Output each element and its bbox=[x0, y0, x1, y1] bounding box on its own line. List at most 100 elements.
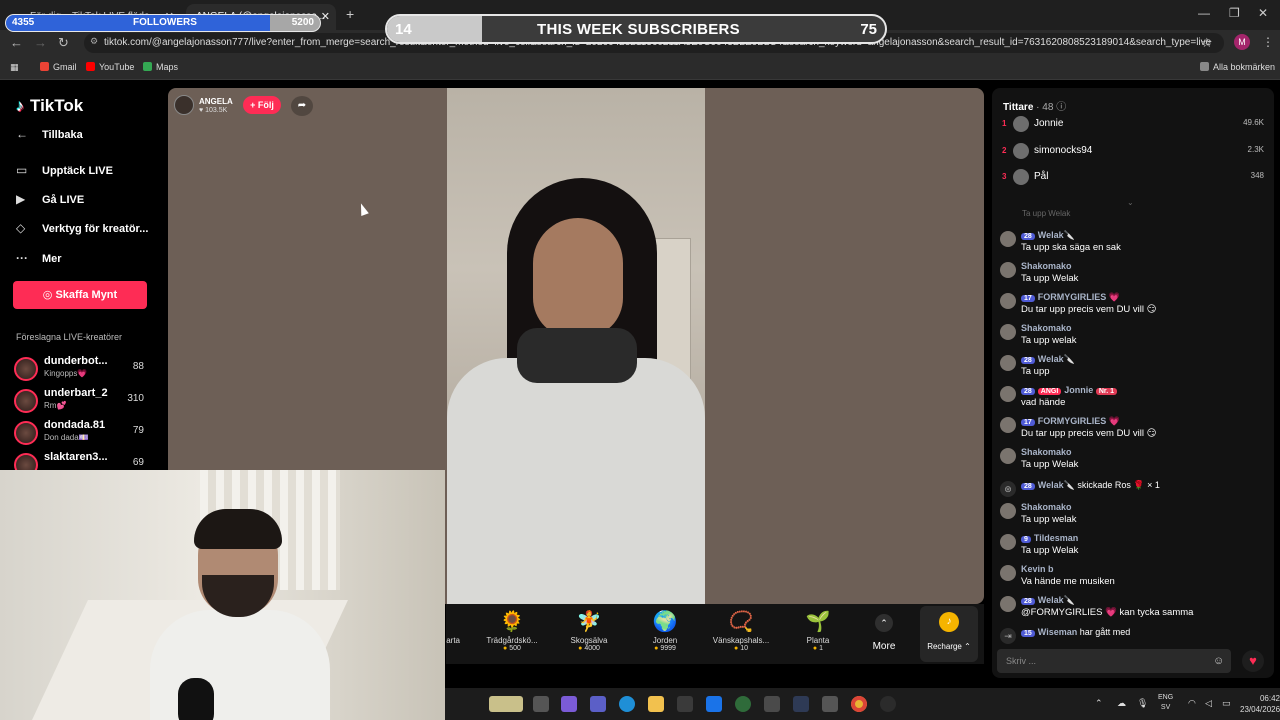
close-window-icon[interactable]: ✕ bbox=[1258, 6, 1268, 20]
avatar[interactable] bbox=[1000, 534, 1016, 550]
avatar[interactable] bbox=[1000, 355, 1016, 371]
chat-username[interactable]: Kevin b bbox=[1021, 564, 1054, 574]
battery-icon[interactable]: ▭ bbox=[1222, 698, 1231, 709]
share-icon[interactable]: ➦ bbox=[291, 96, 313, 116]
close-icon[interactable]: ✕ bbox=[321, 10, 330, 23]
avatar[interactable] bbox=[1000, 503, 1016, 519]
chat-text: vad hände bbox=[1021, 397, 1066, 408]
gift-item[interactable]: 🌱 Planta1 bbox=[780, 608, 856, 652]
gift-item[interactable]: 🌍 Jorden9999 bbox=[627, 608, 703, 652]
microphone-tray-icon[interactable]: 🎙 bbox=[1137, 698, 1148, 709]
chevron-up-icon: ⌃ bbox=[875, 614, 893, 632]
suggested-creator[interactable]: underbart_2 Rm💕 310 bbox=[14, 387, 154, 417]
viewers-header[interactable]: Tittare · 48 ⓘ bbox=[1003, 98, 1066, 113]
chat-username[interactable]: Shakomako bbox=[1021, 502, 1072, 512]
bookmark-star-icon[interactable]: ☆ bbox=[1201, 35, 1213, 51]
chevron-down-icon[interactable]: ⌄ bbox=[1127, 198, 1134, 207]
avatar[interactable] bbox=[1000, 262, 1016, 278]
file-explorer-icon[interactable] bbox=[648, 696, 664, 712]
msi-icon[interactable] bbox=[764, 696, 780, 712]
browser-menu-icon[interactable]: ⋮ bbox=[1262, 35, 1274, 49]
chat-username[interactable]: Shakomako bbox=[1021, 447, 1072, 457]
avatar[interactable] bbox=[1000, 596, 1016, 612]
chat-username[interactable]: FORMYGIRLIES 💗 bbox=[1038, 416, 1120, 426]
top-viewer[interactable]: 2 simonocks94 2.3K bbox=[1000, 142, 1266, 164]
suggested-creator[interactable]: dondada.81 Don dada💷 79 bbox=[14, 419, 154, 449]
store-icon[interactable] bbox=[677, 696, 693, 712]
profile-avatar[interactable]: M bbox=[1234, 34, 1250, 50]
suggested-creator[interactable]: dunderbot... Kingopps💗 88 bbox=[14, 355, 154, 385]
teams-icon[interactable] bbox=[590, 696, 606, 712]
all-bookmarks[interactable]: Alla bokmärken bbox=[1200, 62, 1275, 72]
chat-username[interactable]: Tildesman bbox=[1034, 533, 1078, 543]
avatar[interactable] bbox=[1000, 231, 1016, 247]
suggested-creator[interactable]: slaktaren3... 69 bbox=[14, 451, 154, 470]
chat-username[interactable]: Wiseman bbox=[1038, 627, 1077, 637]
chat-username[interactable]: Welak🔪 bbox=[1038, 595, 1075, 605]
follow-button[interactable]: + Följ bbox=[243, 96, 281, 114]
bookmark-maps[interactable]: Maps bbox=[143, 62, 178, 72]
copilot-icon[interactable] bbox=[561, 696, 577, 712]
reload-icon[interactable]: ↻ bbox=[58, 35, 69, 51]
nav-discover-live[interactable]: ▭ Upptäck LIVE bbox=[16, 163, 113, 177]
info-icon[interactable]: ⓘ bbox=[1056, 102, 1066, 113]
like-heart-button[interactable]: ♥ bbox=[1242, 650, 1264, 672]
nav-more[interactable]: ··· Mer bbox=[16, 251, 62, 265]
bookmark-gmail[interactable]: Gmail bbox=[40, 62, 77, 72]
chat-username[interactable]: Welak🔪 bbox=[1038, 354, 1075, 364]
more-gifts-button[interactable]: ⌃ More bbox=[870, 614, 898, 652]
language-indicator[interactable]: ENG SV bbox=[1158, 693, 1173, 713]
tiktok-logo[interactable]: ♪ TikTok bbox=[16, 96, 83, 116]
nav-label: Upptäck LIVE bbox=[42, 165, 113, 177]
host-avatar[interactable] bbox=[174, 95, 194, 115]
chat-username[interactable]: Shakomako bbox=[1021, 323, 1072, 333]
restore-icon[interactable]: ❐ bbox=[1229, 6, 1240, 20]
site-info-icon[interactable]: ⚙ bbox=[90, 36, 98, 47]
avatar[interactable] bbox=[1000, 565, 1016, 581]
chat-text: @FORMYGIRLIES 💗 kan tycka samma bbox=[1021, 607, 1194, 618]
top-viewer[interactable]: 1 Jonnie 49.6K bbox=[1000, 115, 1266, 137]
back-icon[interactable]: ← bbox=[10, 35, 23, 50]
chat-username[interactable]: Jonnie bbox=[1064, 385, 1093, 395]
forward-icon[interactable]: → bbox=[34, 35, 47, 50]
apps-grid-icon[interactable]: ▦ bbox=[10, 62, 19, 73]
chat-username[interactable]: FORMYGIRLIES 💗 bbox=[1038, 292, 1120, 302]
top-viewer[interactable]: 3 Pål 348 bbox=[1000, 168, 1266, 190]
avatar[interactable] bbox=[1000, 386, 1016, 402]
nav-creator-tools[interactable]: ◇ Verktyg för kreatör... bbox=[16, 221, 148, 235]
bookmark-youtube[interactable]: YouTube bbox=[86, 62, 134, 72]
steam-icon[interactable] bbox=[793, 696, 809, 712]
gift-item[interactable]: 📿 Vänskapshals...10 bbox=[703, 608, 779, 652]
chrome-icon[interactable] bbox=[851, 696, 867, 712]
task-view-icon[interactable] bbox=[533, 696, 549, 712]
widgets-icon[interactable] bbox=[489, 696, 523, 712]
avatar[interactable] bbox=[1000, 293, 1016, 309]
new-tab-icon[interactable]: + bbox=[346, 6, 354, 22]
mail-icon[interactable] bbox=[706, 696, 722, 712]
edge-icon[interactable] bbox=[619, 696, 635, 712]
gift-item[interactable]: 🧚 Skogsälva4000 bbox=[551, 608, 627, 652]
gift-item[interactable]: 🌻 Trädgårdskö...500 bbox=[474, 608, 550, 652]
chat-username[interactable]: Shakomako bbox=[1021, 261, 1072, 271]
tray-overflow-icon[interactable]: ⌃ bbox=[1095, 698, 1103, 709]
chat-text: Ta upp bbox=[1021, 366, 1050, 377]
avatar[interactable] bbox=[1000, 448, 1016, 464]
obs-icon[interactable] bbox=[880, 696, 896, 712]
nav-go-live[interactable]: ▶ Gå LIVE bbox=[16, 192, 84, 206]
avatar[interactable] bbox=[1000, 324, 1016, 340]
volume-icon[interactable]: ◁ bbox=[1205, 698, 1212, 709]
back-link[interactable]: ← Tillbaka bbox=[16, 127, 83, 141]
network-app-icon[interactable] bbox=[822, 696, 838, 712]
vpn-icon[interactable] bbox=[735, 696, 751, 712]
recharge-button[interactable]: ♪ Recharge ⌃ bbox=[920, 606, 978, 662]
chat-username[interactable]: Welak🔪 bbox=[1038, 230, 1075, 240]
cloud-icon[interactable]: ☁ bbox=[1117, 698, 1126, 709]
chat-username[interactable]: Welak🔪 bbox=[1038, 480, 1075, 490]
system-clock[interactable]: 06:42 23/04/2026 bbox=[1240, 693, 1280, 715]
emoji-icon[interactable]: ☺ bbox=[1213, 655, 1224, 667]
wifi-icon[interactable]: ◠ bbox=[1188, 698, 1196, 709]
avatar[interactable] bbox=[1000, 417, 1016, 433]
get-coins-button[interactable]: ◎ Skaffa Mynt bbox=[13, 281, 147, 309]
chat-input[interactable]: Skriv ... bbox=[997, 649, 1231, 673]
minimize-icon[interactable]: — bbox=[1198, 6, 1210, 20]
